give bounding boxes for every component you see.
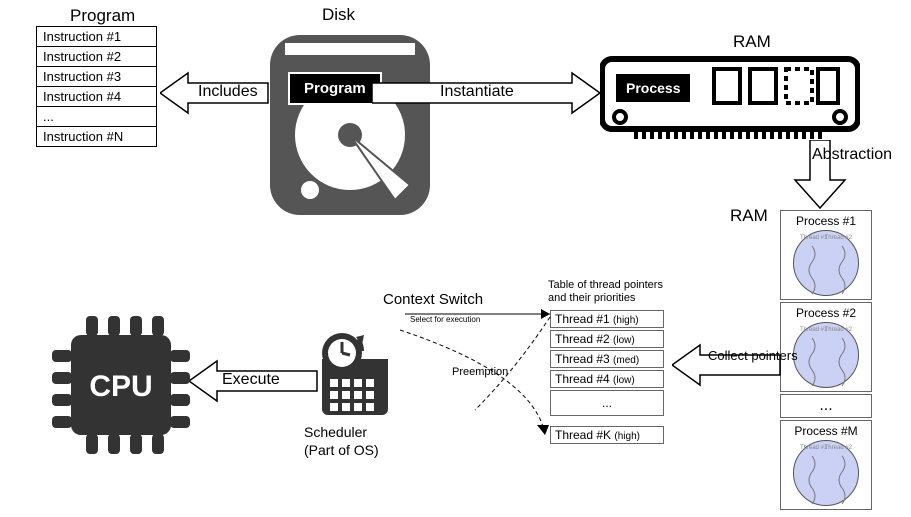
thread-table-caption: Table of thread pointers and their prior…: [548, 279, 678, 305]
instruction-cell: Instruction #4: [37, 87, 157, 107]
includes-label: Includes: [198, 83, 258, 101]
process-box: ...: [780, 394, 872, 418]
preemption-label: Preemption: [452, 366, 508, 378]
instruction-cell: Instruction #N: [37, 127, 157, 147]
process-box: Process #2 Thread #1 Thread #2: [780, 302, 872, 392]
thread-row: Thread #3 (med): [550, 350, 664, 368]
process-title: Process #2: [785, 306, 867, 320]
preemption-arc: [395, 315, 565, 450]
process-circle: Thread #1 Thread #2: [793, 322, 859, 388]
disk-label: Disk: [322, 5, 355, 25]
scheduler-label-1: Scheduler: [304, 424, 367, 440]
process-chip: Process: [614, 72, 692, 104]
cpu-icon: CPU: [36, 300, 206, 475]
execute-label: Execute: [222, 371, 280, 389]
thread-row: ...: [550, 390, 664, 416]
svg-text:CPU: CPU: [89, 370, 152, 403]
instantiate-label: Instantiate: [440, 83, 514, 101]
program-header: Program: [70, 6, 135, 26]
ram-label-bottom: RAM: [730, 206, 768, 226]
process-circle: Thread #1 Thread #2: [793, 230, 859, 296]
instruction-cell: Instruction #3: [37, 67, 157, 87]
process-title: Process #M: [785, 424, 867, 438]
abstraction-label: Abstraction: [812, 146, 892, 164]
process-box: Process #1 Thread #1 Thread #2: [780, 210, 872, 300]
thread-row: Thread #1 (high): [550, 310, 664, 328]
scheduler-icon: [310, 325, 400, 430]
disk-icon: [255, 25, 445, 230]
scheduler-label-2: (Part of OS): [304, 442, 379, 458]
thread-table: Thread #1 (high) Thread #2 (low) Thread #3…: [548, 308, 666, 446]
process-circle: Thread #1 Thread #2: [793, 440, 859, 506]
collect-text: Collect pointers: [708, 348, 798, 363]
thread-row: Thread #K (high): [550, 426, 664, 444]
instruction-cell: Instruction #2: [37, 47, 157, 67]
process-title: Process #1: [785, 214, 867, 228]
thread-row: Thread #4 (low): [550, 370, 664, 388]
instruction-table: Instruction #1Instruction #2Instruction …: [36, 26, 157, 147]
instruction-cell: ...: [37, 107, 157, 127]
process-box: Process #M Thread #1 Thread #2: [780, 420, 872, 510]
instruction-cell: Instruction #1: [37, 27, 157, 47]
ram-label-top: RAM: [733, 32, 771, 52]
collect-label: Collect pointers: [708, 348, 798, 364]
program-chip: Program: [288, 72, 382, 105]
thread-row: Thread #2 (low): [550, 330, 664, 348]
